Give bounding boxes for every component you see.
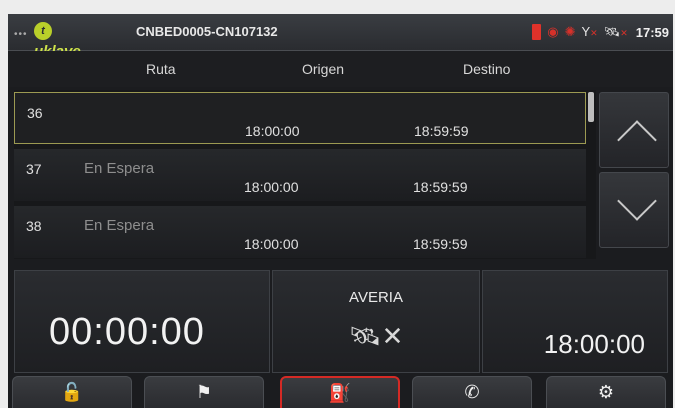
origin-time: 18:00:00 [244, 179, 299, 195]
status-icons: ◉ ✺ Y✕ 🛰✕ 17:59 [532, 20, 669, 44]
phone-button[interactable]: ✆ [412, 376, 532, 408]
table-row[interactable]: 36 18:00:00 18:59:59 [14, 92, 586, 144]
header-route: Ruta [146, 61, 176, 77]
chevron-down-icon [617, 181, 657, 221]
unlock-icon: 🔓 [60, 382, 84, 402]
alert-icon: ✺ [564, 24, 576, 39]
header-destination: Destino [463, 61, 511, 77]
gps-icon: 🛰✕ [603, 24, 628, 39]
route-number: 36 [27, 105, 43, 121]
averia-button[interactable]: AVERIA 🛰✕ [272, 270, 480, 373]
phone-icon: ✆ [464, 382, 480, 402]
route-number: 37 [26, 161, 42, 177]
scroll-up-button[interactable] [599, 92, 669, 168]
scheduled-time-panel: 18:00:00 [482, 270, 668, 373]
status-bar: ••• t uklave CNBED0005-CN107132 ◉ ✺ Y✕ 🛰… [8, 14, 673, 60]
settings-icon: ⚙ [597, 382, 615, 402]
route-number: 38 [26, 218, 42, 234]
elapsed-timer: 00:00:00 [49, 311, 205, 353]
destination-time: 18:59:59 [413, 236, 468, 252]
destination-time: 18:59:59 [413, 179, 468, 195]
flag-icon [532, 24, 542, 40]
fuel-pump-icon: ⛽ [328, 383, 352, 403]
elapsed-timer-panel: 00:00:00 [14, 270, 270, 373]
gps-off-icon: 🛰✕ [348, 321, 404, 351]
fuel-button[interactable]: ⛽ [280, 376, 400, 408]
device-id: CNBED0005-CN107132 [136, 24, 278, 39]
brand-logo: t uklave [34, 22, 96, 60]
routes-table: 36 18:00:00 18:59:59 37 En Espera 18:00:… [14, 90, 596, 259]
unlock-button[interactable]: 🔓 [12, 376, 132, 408]
route-state: En Espera [84, 217, 155, 234]
clock: 17:59 [635, 24, 669, 40]
route-state: En Espera [84, 160, 155, 177]
table-row[interactable]: 37 En Espera 18:00:00 18:59:59 [14, 149, 586, 201]
stop-sign-icon: ⚑ [195, 382, 213, 402]
bottom-toolbar: 🔓 ⚑ ⛽ ✆ ⚙ [8, 376, 673, 408]
destination-time: 18:59:59 [414, 123, 469, 139]
origin-time: 18:00:00 [244, 236, 299, 252]
table-row[interactable]: 38 En Espera 18:00:00 18:59:59 [14, 206, 586, 258]
scroll-down-button[interactable] [599, 172, 669, 248]
alarm-icon: ◉ [547, 24, 559, 39]
logo-dots: ••• [14, 29, 28, 40]
header-origin: Origen [302, 61, 345, 77]
antenna-icon: Y✕ [581, 24, 598, 39]
origin-time: 18:00:00 [245, 123, 300, 139]
scheduled-time: 18:00:00 [543, 329, 645, 359]
averia-label: AVERIA [349, 289, 403, 306]
chevron-up-icon [617, 120, 657, 160]
device-screen: ••• t uklave CNBED0005-CN107132 ◉ ✺ Y✕ 🛰… [8, 14, 673, 408]
stop-button[interactable]: ⚑ [144, 376, 264, 408]
table-header: Ruta Origen Destino [8, 51, 673, 87]
scrollbar-thumb[interactable] [588, 92, 594, 122]
settings-button[interactable]: ⚙ [546, 376, 666, 408]
